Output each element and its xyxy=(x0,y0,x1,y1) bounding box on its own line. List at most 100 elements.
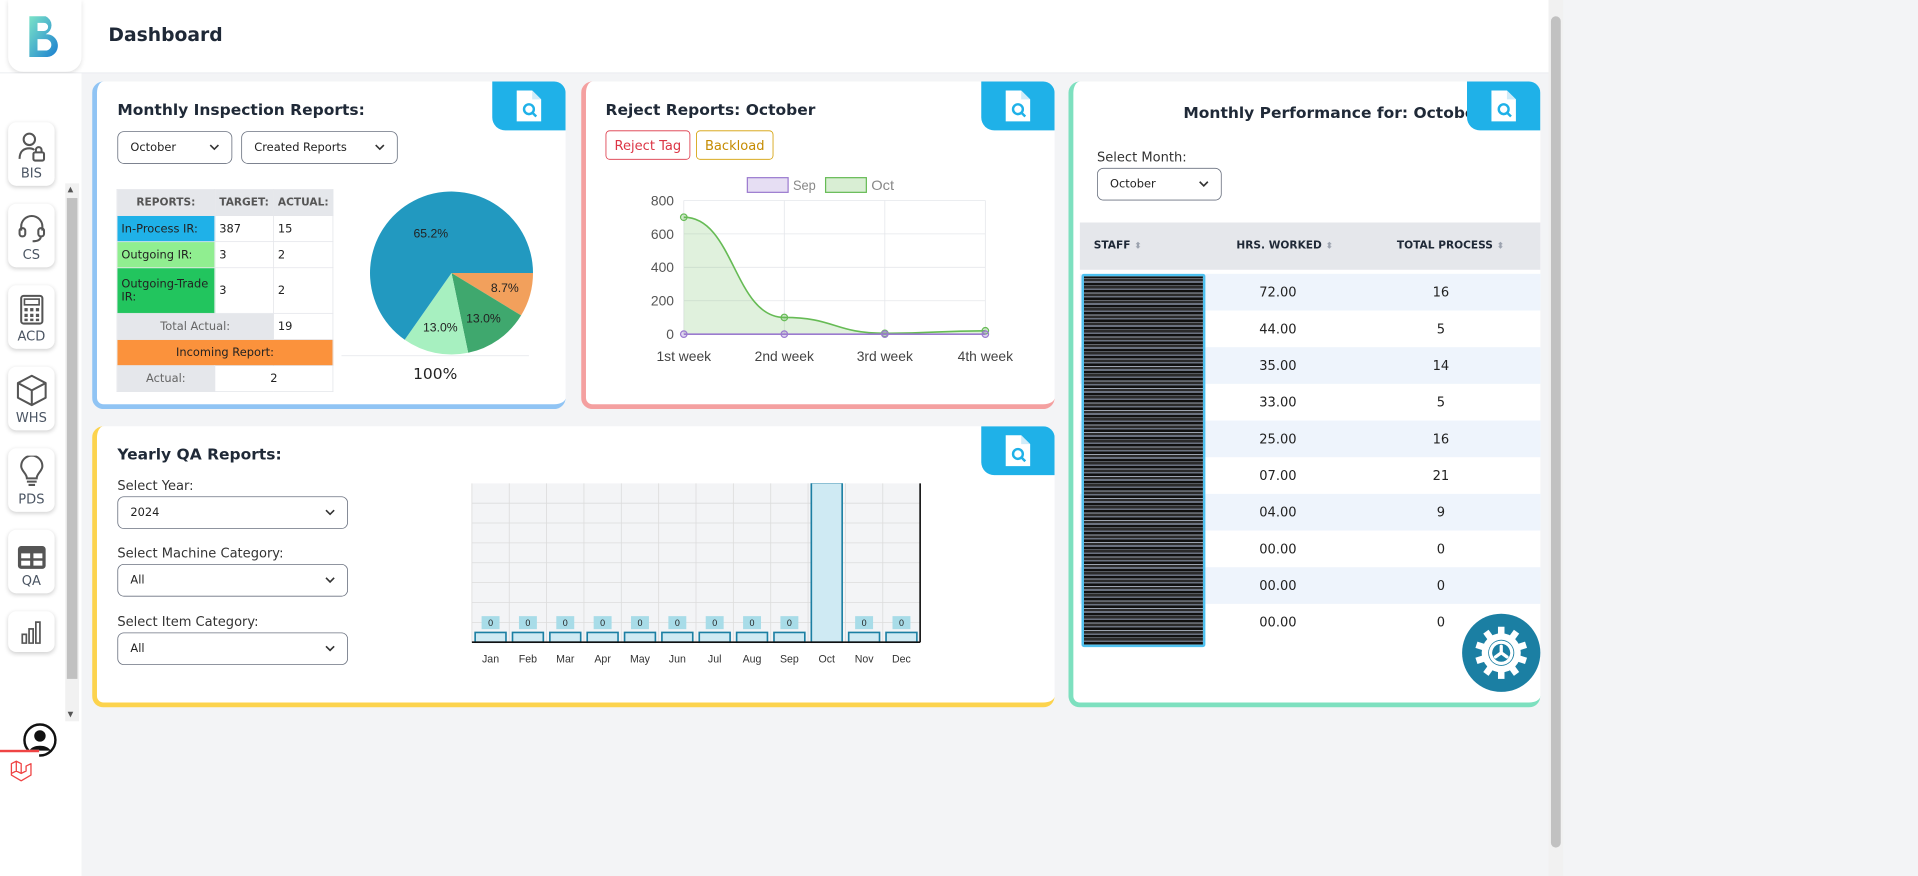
chevron-down-icon xyxy=(325,509,335,516)
x-tick-label: Oct xyxy=(819,654,836,666)
data-label: 0 xyxy=(862,618,867,628)
x-tick-label: 3rd week xyxy=(857,348,913,364)
series-point xyxy=(780,313,789,322)
laravel-icon xyxy=(10,760,32,782)
column-header-total[interactable]: TOTAL PROCESS ⬍ xyxy=(1397,240,1504,252)
performance-table-header: STAFF ⬍ HRS. WORKED ⬍ TOTAL PROCESS ⬍ xyxy=(1079,222,1541,270)
table-row: Outgoing IR: 3 2 xyxy=(116,241,334,269)
view-report-button[interactable] xyxy=(981,426,1055,476)
reject-line-chart: Sep Oct 0 200 400 600 800 1st week 2nd week 3rd w… xyxy=(651,177,1013,364)
page-scrollbar[interactable] xyxy=(1548,0,1564,876)
total-process-cell: 0 xyxy=(1436,541,1446,557)
total-process-cell: 5 xyxy=(1436,321,1446,337)
series-point xyxy=(679,213,688,222)
x-tick-label: Jan xyxy=(482,654,499,666)
sidebar-scrollbar[interactable]: ▲ ▼ xyxy=(65,183,80,722)
year-select-value: 2024 xyxy=(130,506,160,520)
total-process-cell: 16 xyxy=(1432,284,1450,300)
row-label: Outgoing-Trade IR: xyxy=(116,267,216,314)
document-search-icon xyxy=(1005,90,1031,122)
sidebar-item-acd[interactable]: ACD xyxy=(8,285,55,349)
sidebar-item-whs[interactable]: WHS xyxy=(8,366,55,431)
data-label: 0 xyxy=(712,618,717,628)
sidebar: BIS CS ACD WHS PDS QA ▲ ▼ xyxy=(0,73,82,876)
x-tick-label: Sep xyxy=(780,654,799,666)
sidebar-item-pds[interactable]: PDS xyxy=(8,448,55,512)
bar xyxy=(474,631,507,644)
chevron-down-icon xyxy=(325,645,335,652)
legend-swatch xyxy=(824,177,867,193)
card-title: Monthly Inspection Reports: xyxy=(117,101,365,119)
reject-card: Reject Reports: October Reject Tag Backl… xyxy=(581,81,1055,410)
sidebar-item-label: PDS xyxy=(18,491,45,507)
hours-worked-cell: 00.00 xyxy=(1259,614,1297,630)
row-label: In-Process IR: xyxy=(116,215,216,243)
data-label: 0 xyxy=(600,618,605,628)
divider xyxy=(341,355,529,357)
bar xyxy=(847,631,881,644)
chevron-down-icon xyxy=(375,144,385,151)
x-tick-label: Apr xyxy=(594,654,611,666)
pie-slice-label: 65.2% xyxy=(413,226,448,240)
x-tick-label: May xyxy=(630,654,651,666)
column-header-staff[interactable]: STAFF ⬍ xyxy=(1094,240,1142,252)
bar xyxy=(661,631,694,644)
data-label: 0 xyxy=(637,618,642,628)
hours-worked-cell: 07.00 xyxy=(1259,467,1297,484)
chevron-down-icon xyxy=(209,144,219,151)
x-tick-label: 1st week xyxy=(656,348,711,364)
y-tick-label: 800 xyxy=(651,192,674,208)
column-header-hours[interactable]: HRS. WORKED ⬍ xyxy=(1236,240,1333,252)
brand-logo[interactable] xyxy=(8,0,82,72)
table-header-row: REPORTS: TARGET: ACTUAL: xyxy=(116,189,334,216)
sidebar-item-label: WHS xyxy=(15,409,47,426)
legend-label: Sep xyxy=(793,177,816,193)
pie-slice-label: 8.7% xyxy=(491,281,519,295)
calculator-icon xyxy=(19,294,43,325)
column-header-label: STAFF xyxy=(1093,239,1131,252)
column-header: REPORTS: xyxy=(116,189,216,216)
machine-category-label: Select Machine Category: xyxy=(117,545,284,561)
report-type-value: Created Reports xyxy=(254,140,347,155)
hours-worked-cell: 25.00 xyxy=(1259,431,1297,447)
item-category-select[interactable]: All xyxy=(117,632,349,666)
total-label: Total Actual: xyxy=(116,312,274,340)
view-report-button[interactable] xyxy=(492,81,566,131)
scrollbar-thumb[interactable] xyxy=(1550,16,1561,848)
month-select[interactable]: October xyxy=(117,131,233,164)
item-category-label: Select Item Category: xyxy=(117,613,259,630)
backload-button[interactable]: Backload xyxy=(696,130,774,160)
view-report-button[interactable] xyxy=(981,81,1055,131)
view-report-button[interactable] xyxy=(1467,81,1541,131)
select-year-label: Select Year: xyxy=(117,477,194,494)
year-select[interactable]: 2024 xyxy=(117,496,349,529)
machine-category-select[interactable]: All xyxy=(117,563,349,597)
hours-worked-cell: 04.00 xyxy=(1259,504,1297,520)
settings-button[interactable] xyxy=(1462,613,1541,692)
x-tick-label: Jun xyxy=(669,654,686,666)
sidebar-item-cs[interactable]: CS xyxy=(8,203,55,268)
sidebar-item-bis[interactable]: BIS xyxy=(8,122,55,186)
row-target: 3 xyxy=(214,267,274,314)
yearly-qa-card: Yearly QA Reports: Select Year: 2024 Sel… xyxy=(92,426,1055,708)
sidebar-item-reports[interactable] xyxy=(8,611,55,652)
y-tick-label: 600 xyxy=(651,226,674,242)
y-tick-label: 200 xyxy=(651,293,674,309)
total-process-cell: 9 xyxy=(1436,504,1446,520)
series-point xyxy=(679,330,688,339)
scrollbar-thumb[interactable] xyxy=(66,198,78,679)
sidebar-item-qa[interactable]: QA xyxy=(8,529,55,594)
performance-month-select[interactable]: October xyxy=(1096,167,1222,201)
yearly-bar-chart: 0Jan0Feb0Mar0Apr0May0Jun0Jul0Aug0Sep15Oc… xyxy=(471,483,921,666)
y-tick-label: 400 xyxy=(651,259,674,275)
scroll-up-icon[interactable]: ▲ xyxy=(68,186,74,194)
report-type-select[interactable]: Created Reports xyxy=(241,131,398,164)
select-month-label: Select Month: xyxy=(1096,149,1187,165)
bar xyxy=(623,631,657,644)
data-label: 0 xyxy=(563,618,568,628)
card-title: Yearly QA Reports: xyxy=(117,445,282,464)
scroll-down-icon[interactable]: ▼ xyxy=(68,711,74,719)
bar xyxy=(698,631,731,644)
x-tick-label: Nov xyxy=(855,654,875,666)
reject-tag-button[interactable]: Reject Tag xyxy=(605,130,691,160)
